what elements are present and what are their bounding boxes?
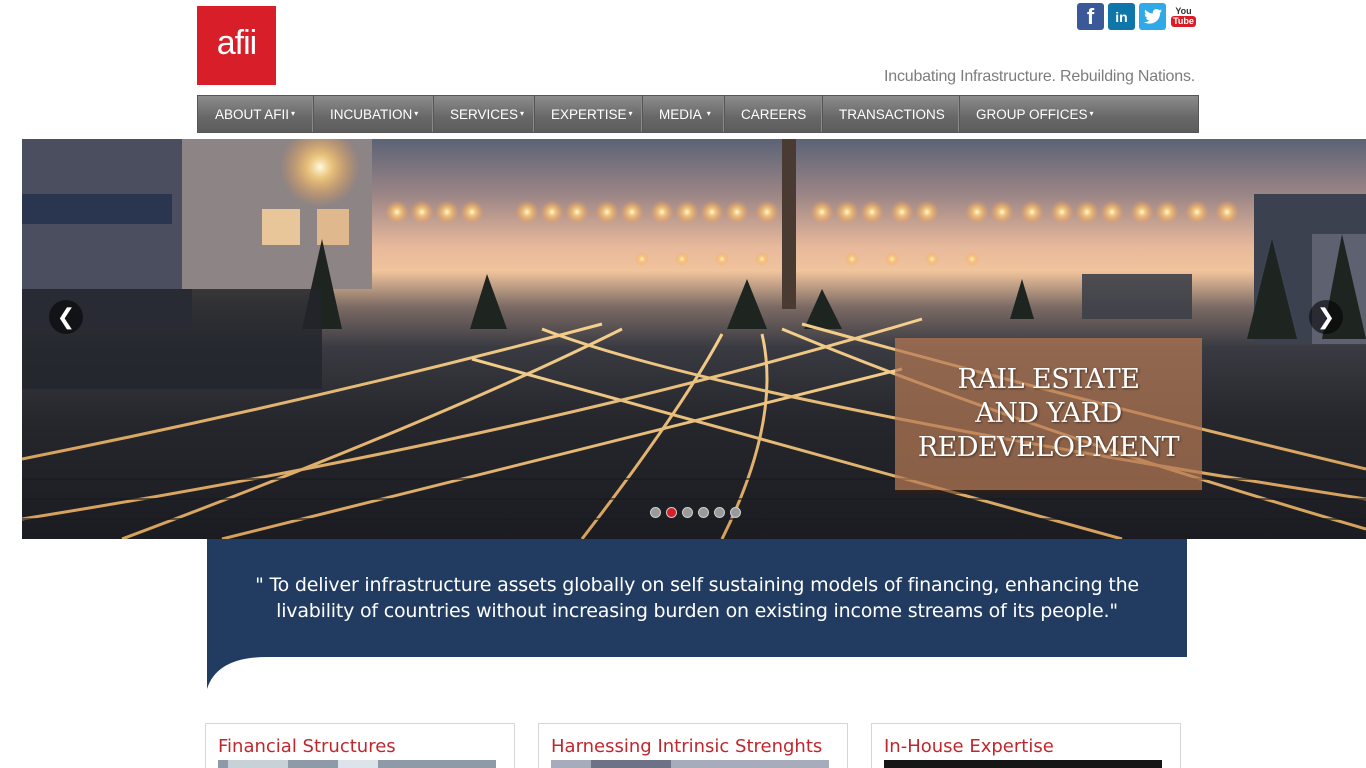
nav-label: EXPERTISE <box>551 106 627 122</box>
nav-about[interactable]: ABOUT AFII ▾ <box>198 96 313 132</box>
card-image <box>218 760 496 768</box>
nav-label: GROUP OFFICES <box>976 106 1088 122</box>
nav-careers[interactable]: CAREERS <box>724 96 822 132</box>
card-title[interactable]: Harnessing Intrinsic Strenghts <box>551 736 822 757</box>
slider-dot[interactable] <box>650 507 661 518</box>
caret-down-icon: ▾ <box>628 108 633 118</box>
afii-logo[interactable]: afii <box>197 6 276 85</box>
nav-label: SERVICES <box>450 106 519 122</box>
caret-down-icon: ▾ <box>414 108 419 118</box>
card-image <box>551 760 829 768</box>
twitter-bird <box>1143 9 1162 24</box>
main-nav: ABOUT AFII ▾ INCUBATION ▾ SERVICES ▾ EXPERT… <box>197 95 1199 133</box>
nav-label: CAREERS <box>741 106 807 122</box>
hero-slider: ❮ ❯ RAIL ESTATE AND YARD REDEVELOPMENT <box>22 139 1366 539</box>
nav-services[interactable]: SERVICES ▾ <box>433 96 534 132</box>
nav-label: INCUBATION <box>330 106 413 122</box>
nav-incubation[interactable]: INCUBATION ▾ <box>313 96 433 132</box>
mission-quote: " To deliver infrastructure assets globa… <box>207 539 1187 657</box>
nav-group-offices[interactable]: GROUP OFFICES ▾ <box>959 96 1198 132</box>
caret-down-icon: ▾ <box>706 108 711 118</box>
slide-caption: RAIL ESTATE AND YARD REDEVELOPMENT <box>895 338 1202 490</box>
mission-quote-text: " To deliver infrastructure assets globa… <box>255 574 1139 622</box>
youtube-icon[interactable]: You Tube <box>1170 3 1197 30</box>
tagline: Incubating Infrastructure. Rebuilding Na… <box>884 68 1195 85</box>
nav-expertise[interactable]: EXPERTISE ▾ <box>534 96 642 132</box>
slider-dots <box>650 507 741 518</box>
slider-next-button[interactable]: ❯ <box>1309 300 1343 334</box>
nav-label: MEDIA <box>659 106 702 122</box>
youtube-tube: Tube <box>1171 16 1196 27</box>
caret-down-icon: ▾ <box>291 108 296 118</box>
card-in-house-expertise[interactable]: In-House Expertise <box>871 723 1181 768</box>
chevron-right-icon: ❯ <box>1316 304 1336 330</box>
nav-transactions[interactable]: TRANSACTIONS <box>822 96 959 132</box>
twitter-icon[interactable] <box>1139 3 1166 30</box>
slider-dot[interactable] <box>730 507 741 518</box>
social-links: f in You Tube <box>1077 3 1197 30</box>
logo-text: afii <box>216 24 257 62</box>
facebook-glyph: f <box>1086 3 1095 29</box>
linkedin-icon[interactable]: in <box>1108 3 1135 30</box>
caret-down-icon: ▾ <box>1089 108 1094 118</box>
card-title[interactable]: In-House Expertise <box>884 736 1054 757</box>
slider-dot-active[interactable] <box>666 507 677 518</box>
card-title[interactable]: Financial Structures <box>218 736 396 757</box>
card-image <box>884 760 1162 768</box>
linkedin-glyph: in <box>1115 8 1128 25</box>
card-harnessing-strengths[interactable]: Harnessing Intrinsic Strenghts <box>538 723 848 768</box>
chevron-left-icon: ❮ <box>56 304 76 330</box>
nav-label: ABOUT AFII <box>215 106 290 122</box>
card-financial-structures[interactable]: Financial Structures <box>205 723 515 768</box>
slider-dot[interactable] <box>714 507 725 518</box>
slider-dot[interactable] <box>698 507 709 518</box>
youtube-you: You <box>1175 6 1192 16</box>
slide-caption-text: RAIL ESTATE AND YARD REDEVELOPMENT <box>917 364 1180 463</box>
nav-label: TRANSACTIONS <box>839 106 945 122</box>
nav-media[interactable]: MEDIA ▾ <box>642 96 724 132</box>
facebook-icon[interactable]: f <box>1077 3 1104 30</box>
quote-curve-decoration <box>207 657 267 689</box>
slider-dot[interactable] <box>682 507 693 518</box>
caret-down-icon: ▾ <box>520 108 525 118</box>
slider-prev-button[interactable]: ❮ <box>49 300 83 334</box>
